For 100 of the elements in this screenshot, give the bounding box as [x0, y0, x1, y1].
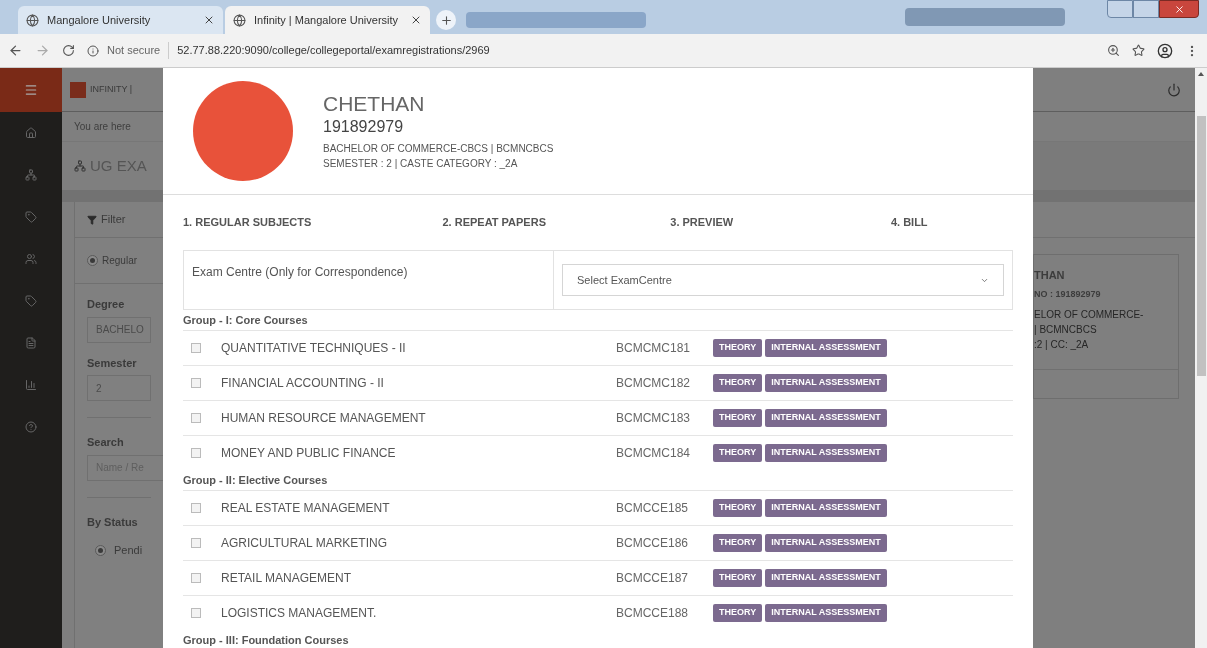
exam-type-badge: THEORY	[713, 534, 763, 552]
exam-type-badge: INTERNAL ASSESSMENT	[765, 339, 887, 357]
bookmark-star-icon[interactable]	[1132, 44, 1145, 57]
sidebar-icon[interactable]	[25, 169, 37, 181]
card-name: THAN	[1034, 268, 1066, 283]
student-name: CHETHAN	[323, 90, 426, 117]
subject-checkbox[interactable]	[191, 573, 201, 583]
sidebar-icon[interactable]	[25, 211, 37, 223]
forward-icon[interactable]	[35, 43, 50, 58]
exam-type-badge: INTERNAL ASSESSMENT	[765, 534, 887, 552]
semester-label: Semester	[87, 355, 138, 371]
power-icon[interactable]	[1167, 82, 1181, 97]
semester-details: SEMESTER : 2 | CASTE CATEGORY : _2A	[323, 157, 519, 172]
minimize-button[interactable]	[1107, 0, 1133, 18]
subject-code: BCMCCE187	[616, 570, 690, 587]
group-title: Group - I: Core Courses	[183, 312, 309, 328]
step-tab[interactable]: 4. BILL	[805, 214, 1013, 231]
subject-code: BCMCMC181	[616, 340, 691, 357]
exam-type-badge: THEORY	[713, 409, 763, 427]
zoom-icon[interactable]	[1107, 44, 1120, 57]
security-label: Not secure	[107, 43, 161, 59]
scrollbar[interactable]	[1195, 68, 1207, 648]
exam-type-badge: INTERNAL ASSESSMENT	[765, 569, 887, 587]
subject-name: FINANCIAL ACCOUNTING - II	[221, 375, 385, 392]
close-icon	[1173, 3, 1185, 15]
group-title: Group - III: Foundation Courses	[183, 632, 350, 648]
radio-label: Regular	[102, 254, 138, 268]
status-label: By Status	[87, 514, 139, 530]
subject-name: LOGISTICS MANAGEMENT.	[221, 605, 378, 622]
sidebar-icon[interactable]	[25, 253, 37, 265]
exam-type-badge: INTERNAL ASSESSMENT	[765, 374, 887, 392]
exam-centre-select[interactable]: Select ExamCentre	[562, 264, 1004, 296]
logo-icon	[70, 81, 86, 98]
subject-name: MONEY AND PUBLIC FINANCE	[221, 445, 397, 462]
step-tab[interactable]: 1. REGULAR SUBJECTS	[183, 214, 391, 231]
subject-checkbox[interactable]	[191, 503, 201, 513]
breadcrumb: You are here	[74, 120, 131, 134]
radio-button[interactable]	[87, 255, 98, 266]
subject-name: QUANTITATIVE TECHNIQUES - II	[221, 340, 407, 357]
scroll-up-arrow-icon[interactable]	[1198, 72, 1204, 76]
subject-checkbox[interactable]	[191, 538, 201, 548]
reload-icon[interactable]	[62, 44, 75, 57]
scrollbar-thumb[interactable]	[1196, 116, 1206, 376]
sidebar-icon[interactable]	[25, 295, 37, 307]
url-text: 52.77.88.220:9090/college/collegeportal/examregistrations/2969	[168, 42, 490, 59]
exam-type-badge: INTERNAL ASSESSMENT	[765, 604, 887, 622]
subject-checkbox[interactable]	[191, 378, 201, 388]
subject-checkbox[interactable]	[191, 608, 201, 618]
subject-name: REAL ESTATE MANAGEMENT	[221, 500, 391, 517]
card-text: :2 | CC: _2A	[1034, 338, 1090, 352]
brand-name: INFINITY |	[90, 82, 133, 96]
exam-type-badge: INTERNAL ASSESSMENT	[765, 444, 887, 462]
subject-code: BCMCMC184	[616, 445, 691, 462]
plus-icon	[439, 13, 453, 27]
exam-type-badge: THEORY	[713, 444, 763, 462]
sidebar-icon[interactable]	[25, 379, 37, 391]
info-icon	[87, 44, 99, 57]
subject-name: HUMAN RESOURCE MANAGEMENT	[221, 410, 427, 427]
card-text: | BCMNCBCS	[1034, 323, 1098, 337]
close-icon[interactable]	[203, 14, 215, 26]
exam-type-badge: THEORY	[713, 604, 763, 622]
subject-name: AGRICULTURAL MARKETING	[221, 535, 389, 552]
step-tab[interactable]: 2. REPEAT PAPERS	[390, 214, 598, 231]
exam-type-badge: INTERNAL ASSESSMENT	[765, 409, 887, 427]
globe-icon	[26, 13, 39, 27]
browser-tab[interactable]: Mangalore University	[18, 6, 223, 34]
filter-icon	[87, 214, 97, 225]
subject-checkbox[interactable]	[191, 413, 201, 423]
subject-code: BCMCCE188	[616, 605, 690, 622]
menu-button[interactable]	[0, 68, 62, 112]
browser-tab[interactable]: Infinity | Mangalore University	[225, 6, 430, 34]
exam-type-badge: INTERNAL ASSESSMENT	[765, 499, 887, 517]
subject-checkbox[interactable]	[191, 448, 201, 458]
subject-code: BCMCMC183	[616, 410, 691, 427]
sidebar-icon[interactable]	[25, 337, 37, 349]
exam-type-badge: THEORY	[713, 499, 763, 517]
maximize-button[interactable]	[1133, 0, 1159, 18]
exam-centre-label: Exam Centre (Only for Correspondence)	[192, 265, 408, 279]
step-tab[interactable]: 3. PREVIEW	[598, 214, 806, 231]
subject-code: BCMCCE185	[616, 500, 690, 517]
exam-type-badge: THEORY	[713, 569, 763, 587]
profile-icon[interactable]	[1157, 42, 1173, 59]
menu-icon	[24, 83, 38, 97]
degree-label: Degree	[87, 297, 126, 312]
tab-title: Mangalore University	[47, 12, 152, 28]
close-icon[interactable]	[410, 14, 422, 26]
new-tab-button[interactable]	[436, 10, 456, 30]
group-title: Group - II: Elective Courses	[183, 472, 329, 488]
subject-checkbox[interactable]	[191, 343, 201, 353]
subject-code: BCMCMC182	[616, 375, 691, 392]
radio-button[interactable]	[95, 544, 106, 556]
subject-name: RETAIL MANAGEMENT	[221, 570, 352, 587]
student-id: 191892979	[323, 117, 405, 138]
radio-label: Pendi	[114, 543, 143, 558]
sidebar-icon[interactable]	[25, 421, 37, 433]
close-button[interactable]	[1159, 0, 1199, 18]
sidebar-icon[interactable]	[25, 127, 37, 139]
back-icon[interactable]	[8, 43, 23, 58]
program-text: BACHELOR OF COMMERCE-CBCS | BCMNCBCS	[323, 142, 554, 157]
exam-type-badge: THEORY	[713, 339, 763, 357]
